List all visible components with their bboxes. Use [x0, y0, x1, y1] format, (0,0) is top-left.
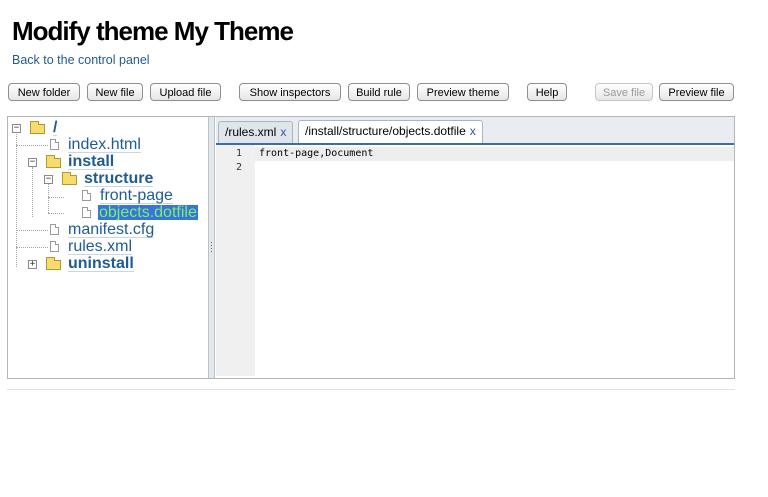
tree-connector	[48, 197, 64, 198]
preview-file-button[interactable]: Preview file	[659, 83, 734, 101]
tree-label-manifest-cfg[interactable]: manifest.cfg	[68, 222, 155, 238]
new-file-button[interactable]: New file	[87, 83, 143, 101]
upload-file-button[interactable]: Upload file	[150, 83, 221, 101]
footer-divider	[7, 389, 735, 390]
folder-closed-icon	[46, 257, 61, 270]
tree-connector	[16, 247, 48, 248]
tab-label: /rules.xml	[225, 125, 277, 139]
new-folder-button[interactable]: New folder	[8, 83, 80, 101]
line-number: 2	[235, 162, 242, 173]
close-icon[interactable]: x	[470, 124, 476, 138]
tree-connector	[16, 230, 48, 231]
code-editor[interactable]: 1 2 front-page,Document	[216, 145, 734, 378]
tree-label-uninstall[interactable]: uninstall	[68, 256, 134, 272]
folder-open-icon	[46, 155, 61, 168]
file-icon	[50, 139, 59, 150]
preview-theme-button[interactable]: Preview theme	[417, 83, 509, 101]
page-title: Modify theme My Theme	[12, 16, 294, 46]
tree-label-index-html[interactable]: index.html	[68, 137, 141, 153]
collapse-toggle-icon[interactable]: −	[12, 124, 21, 133]
expand-toggle-icon[interactable]: +	[28, 260, 37, 269]
tab-rules-xml[interactable]: /rules.xml x	[218, 121, 294, 143]
tree-label-front-page[interactable]: front-page	[100, 188, 173, 204]
drag-handle-icon	[210, 241, 213, 253]
build-rule-button[interactable]: Build rule	[348, 83, 410, 101]
editor-pane: /rules.xml x /install/structure/objects.d…	[216, 117, 734, 378]
tree-connector	[16, 145, 48, 146]
file-icon	[50, 241, 59, 252]
file-tree: − / index.html − install − structure fro…	[8, 117, 208, 378]
show-inspectors-button[interactable]: Show inspectors	[239, 83, 341, 101]
tree-connector	[32, 167, 33, 217]
close-icon[interactable]: x	[280, 125, 286, 139]
collapse-toggle-icon[interactable]: −	[44, 175, 53, 184]
page: Modify theme My Theme Back to the contro…	[0, 0, 768, 497]
folder-open-icon	[62, 172, 77, 185]
theme-editor: − / index.html − install − structure fro…	[7, 116, 735, 379]
file-icon	[50, 224, 59, 235]
tree-label-rules-xml[interactable]: rules.xml	[68, 239, 133, 255]
line-number: 1	[235, 148, 242, 159]
help-button[interactable]: Help	[527, 83, 567, 101]
tree-label-install[interactable]: install	[68, 154, 115, 170]
file-icon	[82, 207, 91, 218]
folder-open-icon	[30, 121, 45, 134]
tree-connector	[48, 183, 49, 213]
code-line: front-page,Document	[259, 148, 374, 159]
pane-splitter[interactable]	[208, 117, 215, 378]
file-icon	[82, 190, 91, 201]
back-to-control-panel-link[interactable]: Back to the control panel	[12, 53, 150, 67]
tree-label-structure[interactable]: structure	[84, 171, 154, 187]
tree-connector	[48, 213, 64, 214]
save-file-button[interactable]: Save file	[595, 83, 653, 101]
tab-label: /install/structure/objects.dotfile	[305, 124, 466, 138]
tab-objects-dotfile[interactable]: /install/structure/objects.dotfile x	[298, 120, 483, 144]
collapse-toggle-icon[interactable]: −	[28, 158, 37, 167]
tree-label-root[interactable]: /	[53, 120, 58, 136]
tree-label-objects-dotfile[interactable]: objects.dotfile	[98, 205, 198, 221]
line-number-gutter: 1 2	[216, 145, 255, 376]
